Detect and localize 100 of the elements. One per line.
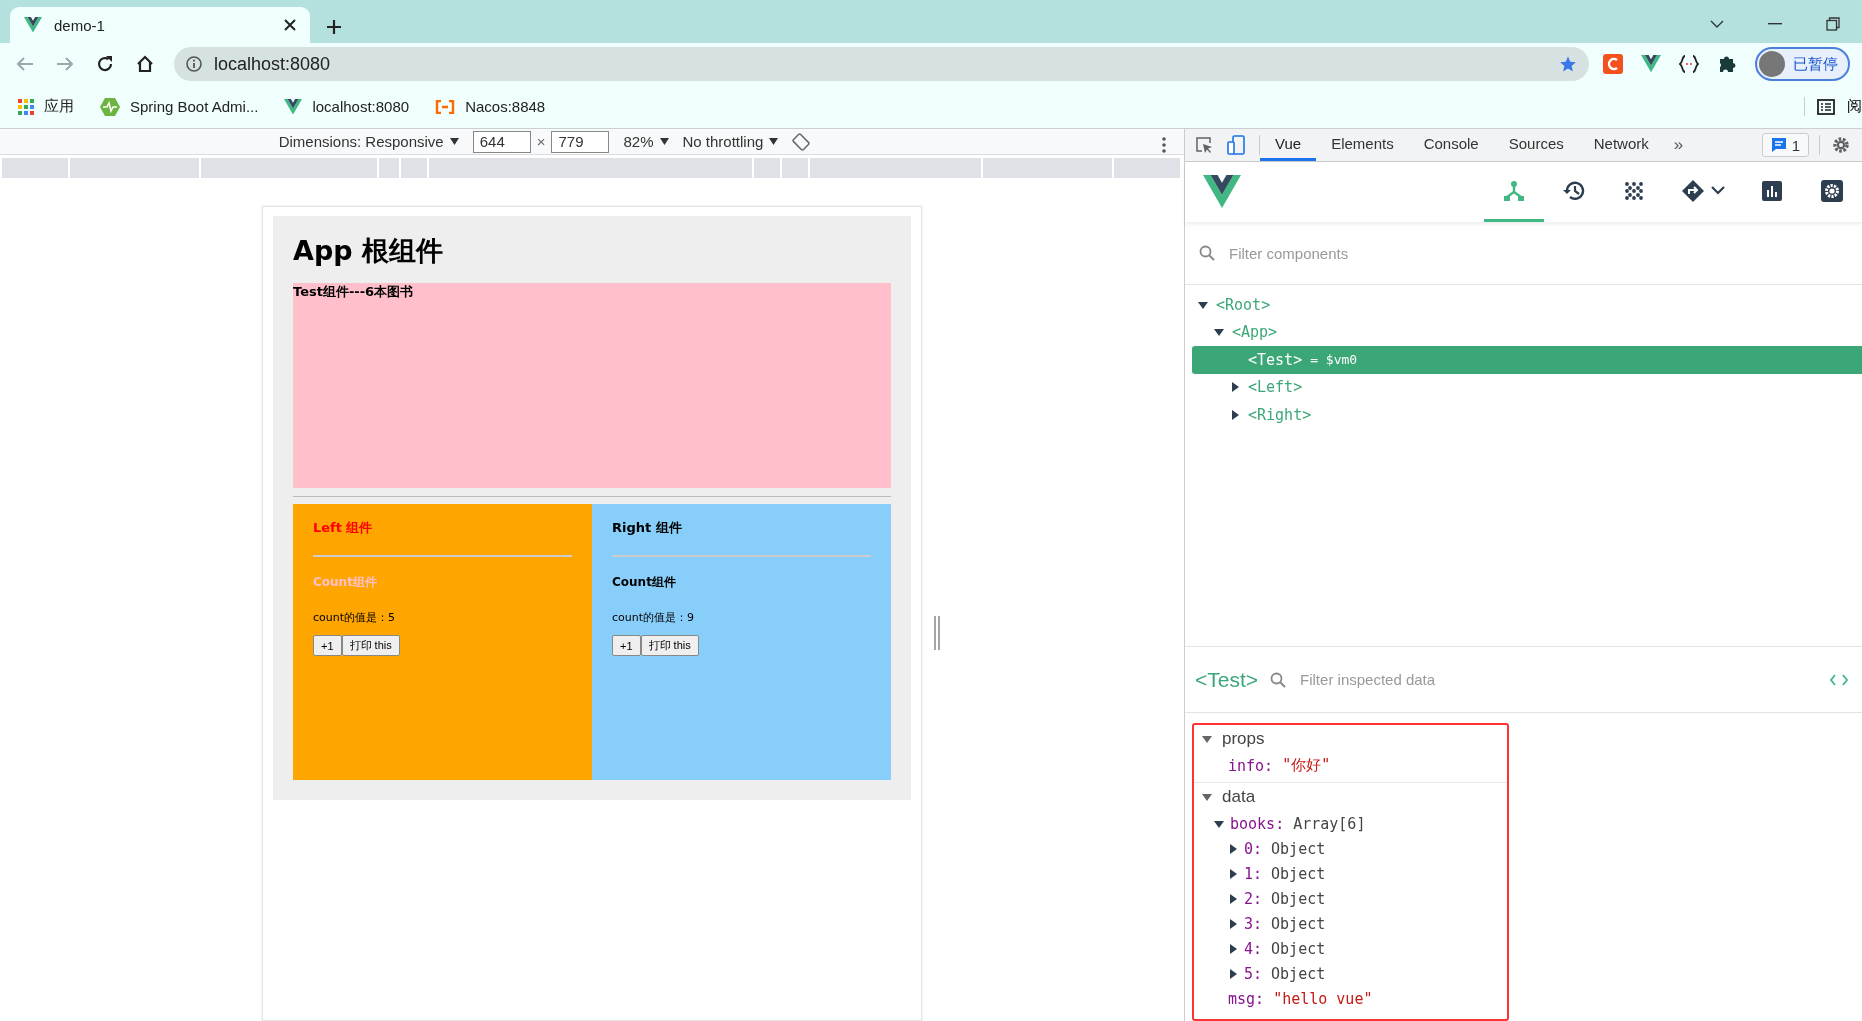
data-entry: 3: Object: [1194, 911, 1507, 936]
chevron-down-icon: [1711, 186, 1725, 195]
collapsed-arrow-icon[interactable]: [1228, 943, 1238, 954]
list-icon[interactable]: [1817, 98, 1835, 115]
reading-list-label[interactable]: 阅: [1847, 97, 1862, 116]
search-icon: [1270, 671, 1287, 688]
devtools-tab[interactable]: Sources: [1493, 129, 1579, 161]
page-button[interactable]: +1: [612, 635, 641, 656]
home-icon[interactable]: [136, 55, 154, 73]
data-entry: 4: Object: [1194, 936, 1507, 961]
bar-chart-icon: [1762, 180, 1782, 201]
collapsed-arrow-icon[interactable]: [1230, 409, 1240, 420]
data-entry: 0: Object: [1194, 836, 1507, 861]
search-icon: [1199, 245, 1215, 261]
dropdown-caret-icon: [449, 138, 459, 145]
collapsed-arrow-icon[interactable]: [1228, 868, 1238, 879]
bookmark[interactable]: Spring Boot Admi...: [100, 97, 259, 116]
page-button[interactable]: 打印 this: [341, 635, 400, 656]
data-entry: info: "你好": [1227, 755, 1332, 777]
history-icon: [1562, 179, 1586, 202]
dimensions-dropdown[interactable]: Dimensions: Responsive: [278, 133, 459, 150]
section-title[interactable]: data: [1222, 787, 1256, 807]
page-button[interactable]: 打印 this: [640, 635, 699, 656]
apps-grid-icon: [18, 98, 34, 115]
inspected-component-name: <Test>: [1195, 667, 1259, 692]
profile-button[interactable]: 已暂停: [1755, 47, 1850, 81]
count-value-text: count的值是：5: [313, 610, 397, 625]
data-entry: 2: Object: [1194, 886, 1507, 911]
page-button[interactable]: +1: [313, 635, 342, 656]
devtools-tab[interactable]: Console: [1408, 129, 1494, 161]
more-options-icon[interactable]: [1162, 137, 1166, 153]
plus-icon[interactable]: [326, 19, 342, 35]
more-tabs-button[interactable]: »: [1663, 129, 1694, 161]
avatar: [1759, 51, 1785, 77]
message-icon: [1770, 137, 1787, 153]
bracket-icon: [435, 99, 456, 114]
devtools-tab[interactable]: Network: [1578, 129, 1664, 161]
times-sign: ×: [536, 133, 546, 150]
width-field[interactable]: 644: [472, 130, 531, 153]
data-entry: books: Array[6]: [1194, 811, 1507, 836]
reload-icon[interactable]: [96, 55, 114, 73]
collapsed-arrow-icon[interactable]: [1228, 843, 1238, 854]
star-icon[interactable]: [1559, 55, 1577, 73]
count-title: Count组件: [612, 574, 677, 591]
expanded-arrow-icon[interactable]: [1214, 818, 1224, 829]
address-bar[interactable]: localhost:8080: [174, 47, 1589, 81]
pulse-hexagon-icon: [100, 97, 120, 116]
letter-c-tile-icon[interactable]: [1603, 54, 1623, 74]
settings-icon: [1821, 179, 1843, 202]
dropdown-caret-icon: [659, 138, 669, 145]
v-logo-icon: [1203, 175, 1241, 209]
restore-icon[interactable]: [1826, 17, 1840, 31]
page-heading: App 根组件: [293, 234, 444, 268]
chevron-down-icon[interactable]: [1710, 20, 1724, 28]
expanded-arrow-icon[interactable]: [1198, 299, 1208, 310]
braces-icon[interactable]: [1679, 55, 1699, 73]
bookmark[interactable]: 应用: [18, 97, 74, 116]
zoom-dropdown[interactable]: 82%: [623, 133, 669, 150]
dots-icon: [1624, 180, 1644, 201]
collapsed-arrow-icon[interactable]: [1228, 918, 1238, 929]
throttling-dropdown[interactable]: No throttling: [682, 133, 779, 150]
panel-title: Right 组件: [612, 519, 683, 537]
height-field[interactable]: 779: [551, 130, 610, 153]
filter-inspected-field[interactable]: Filter inspected data: [1298, 670, 1818, 689]
rotate-icon[interactable]: [792, 132, 811, 151]
count-value-text: count的值是：9: [612, 610, 696, 625]
bookmark[interactable]: Nacos:8848: [435, 98, 546, 115]
v-logo-icon: [1641, 55, 1661, 73]
component-tree-icon: [1503, 179, 1525, 202]
inspect-element-icon[interactable]: [1195, 136, 1213, 154]
browser-tab[interactable]: demo-1: [10, 7, 310, 43]
collapsed-arrow-icon[interactable]: [1230, 382, 1240, 393]
settings-icon[interactable]: [1832, 136, 1850, 154]
devtools-tab[interactable]: Vue: [1260, 129, 1317, 161]
collapsed-arrow-icon[interactable]: [1228, 968, 1238, 979]
filter-components-field[interactable]: Filter components: [1227, 243, 1862, 263]
collapsed-arrow-icon[interactable]: [1228, 893, 1238, 904]
expanded-arrow-icon[interactable]: [1214, 327, 1224, 338]
expanded-arrow-icon[interactable]: [1202, 734, 1212, 744]
bookmark[interactable]: localhost:8080: [284, 98, 410, 115]
direction-sign-icon: [1681, 178, 1705, 203]
puzzle-icon[interactable]: [1717, 54, 1737, 74]
panel-title: Test组件---6本图书: [293, 283, 415, 301]
count-title: Count组件: [313, 574, 378, 591]
dropdown-caret-icon: [769, 138, 779, 145]
info-icon[interactable]: [186, 56, 202, 72]
minimize-icon[interactable]: [1768, 23, 1782, 25]
data-entry: 1: Object: [1194, 861, 1507, 886]
section-title[interactable]: props: [1222, 729, 1265, 749]
data-entry: msg: "hello vue": [1227, 988, 1374, 1010]
devtools-tab[interactable]: Elements: [1316, 129, 1409, 161]
issues-button[interactable]: 1: [1761, 133, 1809, 157]
expanded-arrow-icon[interactable]: [1202, 792, 1212, 802]
v-logo-icon: [24, 17, 42, 33]
v-logo-icon: [284, 98, 303, 115]
device-toggle-icon[interactable]: [1227, 135, 1245, 155]
data-entry: 5: Object: [1194, 961, 1507, 986]
close-icon[interactable]: [284, 19, 296, 31]
resize-handle[interactable]: [934, 616, 940, 650]
panel-title: Left 组件: [313, 519, 374, 537]
